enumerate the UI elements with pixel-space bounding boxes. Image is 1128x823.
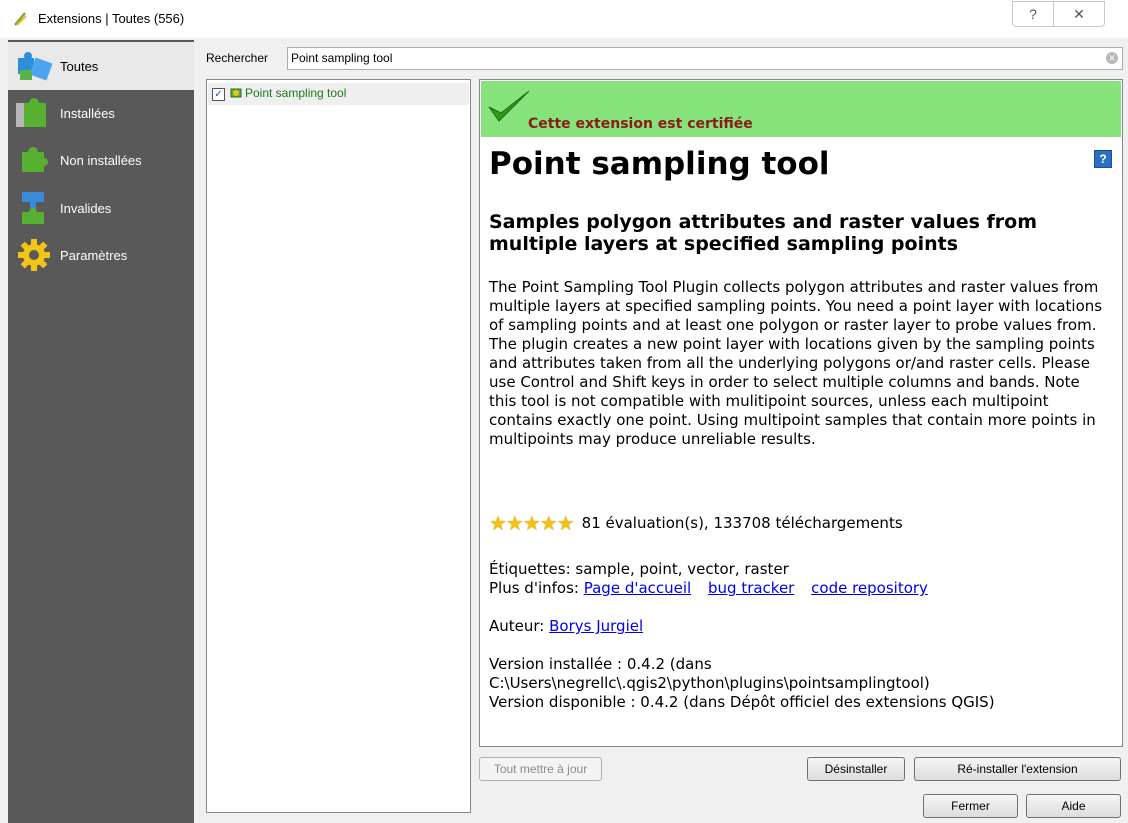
question-icon: ? — [1029, 6, 1037, 22]
close-window-button[interactable]: ✕ — [1053, 1, 1105, 27]
clear-search-icon[interactable]: ✕ — [1106, 52, 1118, 64]
author-link[interactable]: Borys Jurgiel — [549, 617, 643, 635]
certified-text: Cette extension est certifiée — [528, 116, 753, 132]
plugin-details: Cette extension est certifiée ? Point sa… — [479, 79, 1123, 747]
sidebar-item-label: Toutes — [60, 58, 99, 74]
puzzle-invalid-icon — [22, 192, 44, 224]
available-version: Version disponible : 0.4.2 (dans Dépôt o… — [489, 693, 995, 711]
author-label: Auteur: — [489, 617, 545, 635]
puzzle-green-icon — [16, 98, 46, 127]
homepage-link[interactable]: Page d'accueil — [584, 579, 691, 597]
plugin-info: Étiquettes: sample, point, vector, raste… — [489, 560, 1109, 712]
window-title: Extensions | Toutes (556) — [38, 11, 185, 26]
sidebar-item-installees[interactable]: Installées — [8, 90, 194, 136]
plugin-name: Point sampling tool — [245, 86, 347, 100]
sidebar-item-label: Non installées — [60, 152, 142, 168]
qgis-logo-icon — [14, 12, 27, 26]
help-button[interactable]: Aide — [1026, 794, 1121, 818]
checkmark-icon — [488, 90, 530, 122]
sidebar-item-toutes[interactable]: Toutes — [8, 42, 194, 90]
search-field: ✕ — [287, 47, 1123, 70]
more-info-row: Plus d'infos: Page d'accueil bug tracker… — [489, 579, 1109, 598]
plugin-subtitle: Samples polygon attributes and raster va… — [489, 211, 1038, 255]
upgrade-all-button[interactable]: Tout mettre à jour — [479, 757, 602, 781]
certified-banner: Cette extension est certifiée — [481, 81, 1121, 137]
reinstall-button[interactable]: Ré-installer l'extension — [914, 757, 1121, 781]
bug-tracker-link[interactable]: bug tracker — [708, 579, 794, 597]
sidebar-item-invalides[interactable]: Invalides — [8, 185, 194, 231]
puzzle-blue-icon — [18, 52, 53, 81]
plugin-title: Point sampling tool — [489, 146, 830, 182]
list-item[interactable]: ✓ Point sampling tool — [208, 83, 469, 105]
search-input[interactable] — [288, 48, 1081, 67]
rating-text: 81 évaluation(s), 133708 téléchargements — [581, 514, 903, 532]
close-button[interactable]: Fermer — [923, 794, 1018, 818]
sidebar-item-label: Paramètres — [60, 247, 128, 263]
plugin-checkbox[interactable]: ✓ — [212, 88, 225, 101]
sidebar-item-label: Invalides — [60, 200, 112, 216]
sidebar-item-parametres[interactable]: Paramètres — [8, 232, 194, 278]
tags-text: Étiquettes: sample, point, vector, raste… — [489, 560, 789, 578]
star-rating-icon: ★★★★★ — [489, 511, 575, 535]
help-icon[interactable]: ? — [1094, 150, 1112, 168]
more-info-label: Plus d'infos: — [489, 579, 579, 597]
author-row: Auteur: Borys Jurgiel — [489, 617, 1109, 636]
plugin-list: ✓ Point sampling tool — [206, 79, 471, 813]
uninstall-button[interactable]: Désinstaller — [807, 757, 905, 781]
installed-version: Version installée : 0.4.2 (dans — [489, 655, 712, 673]
installed-path: C:\Users\negrellc\.qgis2\python\plugins\… — [489, 674, 930, 692]
code-repository-link[interactable]: code repository — [811, 579, 928, 597]
gear-icon — [18, 239, 50, 271]
title-bar: Extensions | Toutes (556) ? ✕ — [0, 0, 1128, 38]
plugin-status-icon — [230, 88, 242, 98]
rating: ★★★★★ 81 évaluation(s), 133708 télécharg… — [489, 511, 903, 535]
help-title-button[interactable]: ? — [1012, 1, 1053, 27]
category-sidebar: Toutes Installées Non installées Invalid… — [8, 40, 194, 823]
sidebar-item-non-installees[interactable]: Non installées — [8, 137, 194, 183]
puzzle-green-icon — [22, 147, 48, 172]
close-icon: ✕ — [1073, 5, 1085, 22]
search-label: Rechercher — [206, 51, 269, 65]
plugin-description: The Point Sampling Tool Plugin collects … — [489, 278, 1103, 448]
sidebar-item-label: Installées — [60, 105, 115, 121]
